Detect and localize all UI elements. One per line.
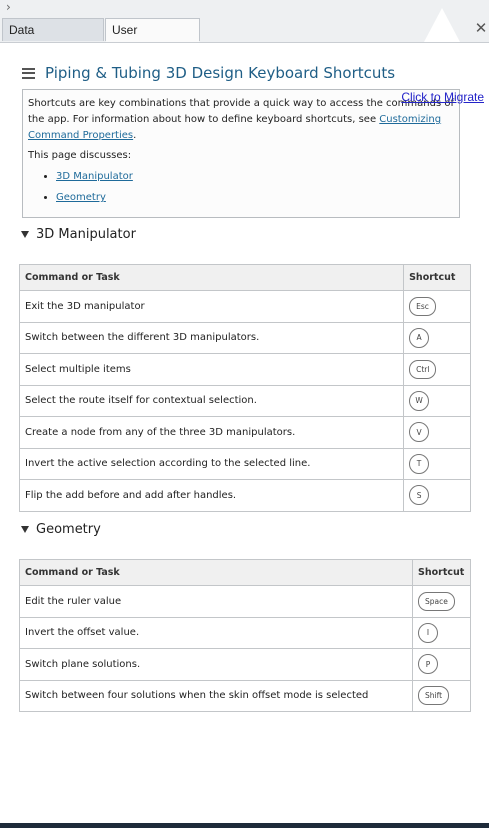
command-cell: Exit the 3D manipulator <box>18 290 405 323</box>
command-cell: Flip the add before and add after handle… <box>18 479 405 512</box>
command-cell: Invert the offset value. <box>18 616 414 649</box>
tab-data-information[interactable]: Data Information <box>2 18 104 59</box>
table-header-row: Command or Task Shortcut <box>18 264 471 291</box>
key-badge: W <box>409 390 430 411</box>
shortcut-cell: S <box>403 479 471 512</box>
shortcut-cell: P <box>412 648 471 681</box>
section-title: 3D Manipulator <box>36 226 136 242</box>
close-icon[interactable]: ✕ <box>473 19 489 37</box>
tab-overflow-marker <box>424 8 460 42</box>
page-discusses-label: This page discusses: <box>28 150 132 161</box>
key-badge: Space <box>418 591 455 611</box>
key-badge: Esc <box>409 296 436 316</box>
toc-list: 3D Manipulator Geometry <box>28 166 454 208</box>
section-header-3d-manipulator[interactable]: 3D Manipulator <box>21 225 136 243</box>
command-cell: Invert the active selection according to… <box>18 447 405 480</box>
command-cell: Select the route itself for contextual s… <box>18 384 405 417</box>
shortcut-cell: I <box>412 616 471 649</box>
key-badge: P <box>418 654 439 675</box>
toc-link-geometry[interactable]: Geometry <box>56 192 106 203</box>
shortcut-table-geometry: Command or Task Shortcut Edit the ruler … <box>18 559 471 712</box>
intro-text: Shortcuts are key combinations that prov… <box>28 96 454 144</box>
table-row: Select the route itself for contextual s… <box>18 384 471 417</box>
command-cell: Switch plane solutions. <box>18 648 414 681</box>
command-cell: Create a node from any of the three 3D m… <box>18 416 405 449</box>
section-title: Geometry <box>36 521 101 537</box>
column-header-command: Command or Task <box>18 559 414 586</box>
table-row: Flip the add before and add after handle… <box>18 479 471 512</box>
chevron-right-icon[interactable]: › <box>6 0 11 14</box>
toc-link-3d-manipulator[interactable]: 3D Manipulator <box>56 171 133 182</box>
user-assistance-panel: Piping & Tubing 3D Design Keyboard Short… <box>0 43 489 823</box>
shortcut-cell: W <box>403 384 471 417</box>
shortcut-cell: V <box>403 416 471 449</box>
table-row: Invert the active selection according to… <box>18 447 471 480</box>
shortcut-cell: A <box>403 321 471 354</box>
column-header-command: Command or Task <box>18 264 405 291</box>
hamburger-menu-icon[interactable] <box>22 67 35 79</box>
table-row: Select multiple items Ctrl <box>18 353 471 386</box>
table-row: Exit the 3D manipulator Esc <box>18 290 471 323</box>
key-badge: I <box>418 622 439 643</box>
command-cell: Switch between four solutions when the s… <box>18 679 414 712</box>
top-strip <box>0 0 489 17</box>
intro-text-end: . <box>133 130 137 141</box>
shortcut-cell: T <box>403 447 471 480</box>
key-badge: V <box>409 422 430 443</box>
shortcut-cell: Ctrl <box>403 353 471 386</box>
table-row: Invert the offset value. I <box>18 616 471 649</box>
command-cell: Switch between the different 3D manipula… <box>18 321 405 354</box>
intro-box: Shortcuts are key combinations that prov… <box>22 89 460 218</box>
key-badge: S <box>409 485 430 506</box>
command-cell: Select multiple items <box>18 353 405 386</box>
tab-user-assistance[interactable]: User Assistance <box>105 18 200 59</box>
shortcut-table-3d-manipulator: Command or Task Shortcut Exit the 3D man… <box>18 264 471 512</box>
title-row: Piping & Tubing 3D Design Keyboard Short… <box>22 63 395 83</box>
shortcut-cell: Space <box>412 585 471 618</box>
shortcut-cell: Esc <box>403 290 471 323</box>
table-row: Edit the ruler value Space <box>18 585 471 618</box>
toc-item: 3D Manipulator <box>56 166 454 187</box>
column-header-shortcut: Shortcut <box>403 264 471 291</box>
toc-item: Geometry <box>56 187 454 208</box>
key-badge: Ctrl <box>409 359 437 379</box>
table-header-row: Command or Task Shortcut <box>18 559 471 586</box>
table-row: Switch between the different 3D manipula… <box>18 321 471 354</box>
column-header-shortcut: Shortcut <box>412 559 471 586</box>
shortcut-cell: Shift <box>412 679 471 712</box>
click-to-migrate-link[interactable]: Click to Migrate <box>401 90 484 104</box>
command-cell: Edit the ruler value <box>18 585 414 618</box>
table-row: Switch between four solutions when the s… <box>18 679 471 712</box>
table-row: Create a node from any of the three 3D m… <box>18 416 471 449</box>
key-badge: Shift <box>418 686 450 706</box>
bottom-bar <box>0 823 489 828</box>
triangle-down-icon <box>21 525 29 533</box>
table-row: Switch plane solutions. P <box>18 648 471 681</box>
key-badge: T <box>409 453 430 474</box>
page-title: Piping & Tubing 3D Design Keyboard Short… <box>45 64 396 82</box>
section-header-geometry[interactable]: Geometry <box>21 520 101 538</box>
triangle-down-icon <box>21 230 29 238</box>
key-badge: A <box>409 327 430 348</box>
tab-bar: Data Information User Assistance <box>0 17 489 59</box>
